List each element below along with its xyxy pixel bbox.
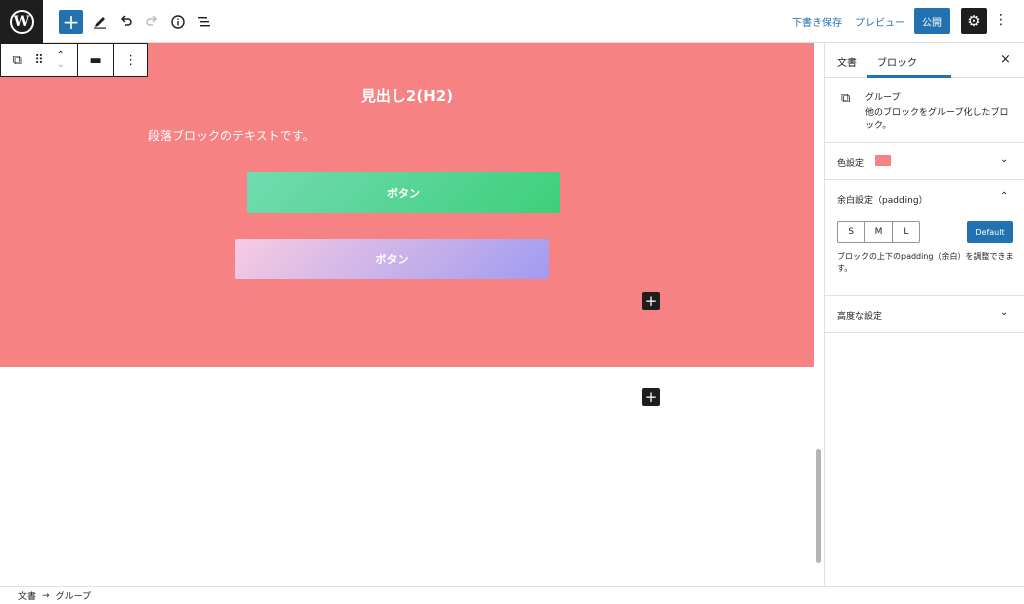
redo-icon: [146, 15, 158, 26]
block-card-title: グループ: [865, 93, 901, 103]
more-options-icon[interactable]: ⋮: [994, 12, 1008, 28]
padding-settings-label[interactable]: 余白設定（padding）: [837, 193, 928, 206]
redo-button[interactable]: [140, 10, 164, 34]
editor-header: W + 下書き保存 プレビュー 公開 ⚙ ⋮: [0, 0, 1024, 43]
green-gradient-button[interactable]: ボタン: [247, 172, 560, 213]
padding-settings-panel: 余白設定（padding） ⌃ S M L Default ブロックの上下のpa…: [825, 180, 1024, 296]
align-icon: ▬: [89, 52, 102, 68]
advanced-settings-label: 高度な設定: [837, 312, 883, 322]
padding-size-s-button[interactable]: S: [838, 222, 864, 242]
add-block-icon[interactable]: +: [642, 388, 660, 406]
padding-size-group: S M L: [837, 221, 920, 243]
advanced-settings-panel[interactable]: 高度な設定 ⌄: [825, 296, 1024, 333]
breadcrumb-document[interactable]: 文書: [18, 589, 36, 602]
padding-size-m-button[interactable]: M: [864, 222, 891, 242]
chevron-up-icon[interactable]: ⌃: [1000, 191, 1008, 202]
group-add-block-icon[interactable]: +: [642, 292, 660, 310]
breadcrumb-group[interactable]: グループ: [56, 589, 91, 602]
color-settings-panel[interactable]: 色設定 ⌄: [825, 143, 1024, 180]
info-icon: [171, 15, 185, 29]
gear-icon: ⚙: [967, 12, 981, 30]
move-down-icon[interactable]: ⌄: [56, 60, 64, 70]
group-block-icon[interactable]: ⧉: [1, 44, 34, 76]
default-padding-button[interactable]: Default: [967, 221, 1013, 243]
save-draft-link[interactable]: 下書き保存: [792, 14, 842, 29]
purple-gradient-button[interactable]: ボタン: [235, 239, 549, 279]
group-block[interactable]: ⧉ ⠿ ⌃ ⌄ ▬ ⋮ 見出し2(H2) 段落ブロックのテキストです。 ボタン …: [0, 43, 814, 367]
color-swatch: [875, 155, 891, 166]
pencil-icon: [94, 17, 106, 29]
preview-link[interactable]: プレビュー: [855, 14, 905, 29]
chevron-down-icon[interactable]: ⌄: [1000, 154, 1008, 165]
drag-handle-icon[interactable]: ⠿: [34, 44, 45, 76]
editor-canvas: ⧉ ⠿ ⌃ ⌄ ▬ ⋮ 見出し2(H2) 段落ブロックのテキストです。 ボタン …: [0, 43, 814, 586]
tab-document[interactable]: 文書: [837, 54, 857, 69]
edit-tool-button[interactable]: [88, 10, 112, 34]
paragraph-block[interactable]: 段落ブロックのテキストです。: [148, 127, 314, 144]
list-view-icon: [198, 17, 210, 27]
tab-block[interactable]: ブロック: [877, 54, 917, 69]
breadcrumb: 文書 → グループ: [0, 586, 1024, 604]
chevron-down-icon[interactable]: ⌄: [1000, 307, 1008, 318]
list-view-button[interactable]: [192, 10, 216, 34]
heading-block[interactable]: 見出し2(H2): [0, 85, 814, 106]
publish-button[interactable]: 公開: [914, 8, 950, 34]
close-icon[interactable]: ×: [1000, 52, 1011, 67]
color-settings-label: 色設定: [837, 159, 865, 169]
block-options-icon[interactable]: ⋮: [113, 44, 147, 76]
align-button[interactable]: ▬: [76, 44, 114, 76]
wordpress-logo-button[interactable]: W: [0, 0, 43, 43]
sidebar-tabs: 文書 ブロック ×: [825, 43, 1024, 78]
block-card-description: 他のブロックをグループ化したブロック。: [865, 108, 1009, 131]
padding-size-l-button[interactable]: L: [891, 222, 919, 242]
add-block-button[interactable]: +: [59, 10, 83, 34]
settings-button[interactable]: ⚙: [961, 8, 987, 34]
mover: ⌃ ⌄: [44, 44, 77, 76]
undo-button[interactable]: [114, 10, 138, 34]
block-toolbar: ⧉ ⠿ ⌃ ⌄ ▬ ⋮: [0, 43, 148, 77]
canvas-scrollbar[interactable]: [816, 449, 821, 563]
arrow-right-icon: →: [42, 590, 50, 601]
group-icon: ⧉: [841, 91, 851, 106]
wordpress-icon: W: [9, 9, 34, 34]
details-button[interactable]: [166, 10, 190, 34]
padding-description: ブロックの上下のpadding（余白）を調整できます。: [837, 252, 1014, 273]
undo-icon: [120, 15, 132, 26]
settings-sidebar: 文書 ブロック × ⧉ グループ 他のブロックをグループ化したブロック。 色設定…: [824, 43, 1024, 586]
